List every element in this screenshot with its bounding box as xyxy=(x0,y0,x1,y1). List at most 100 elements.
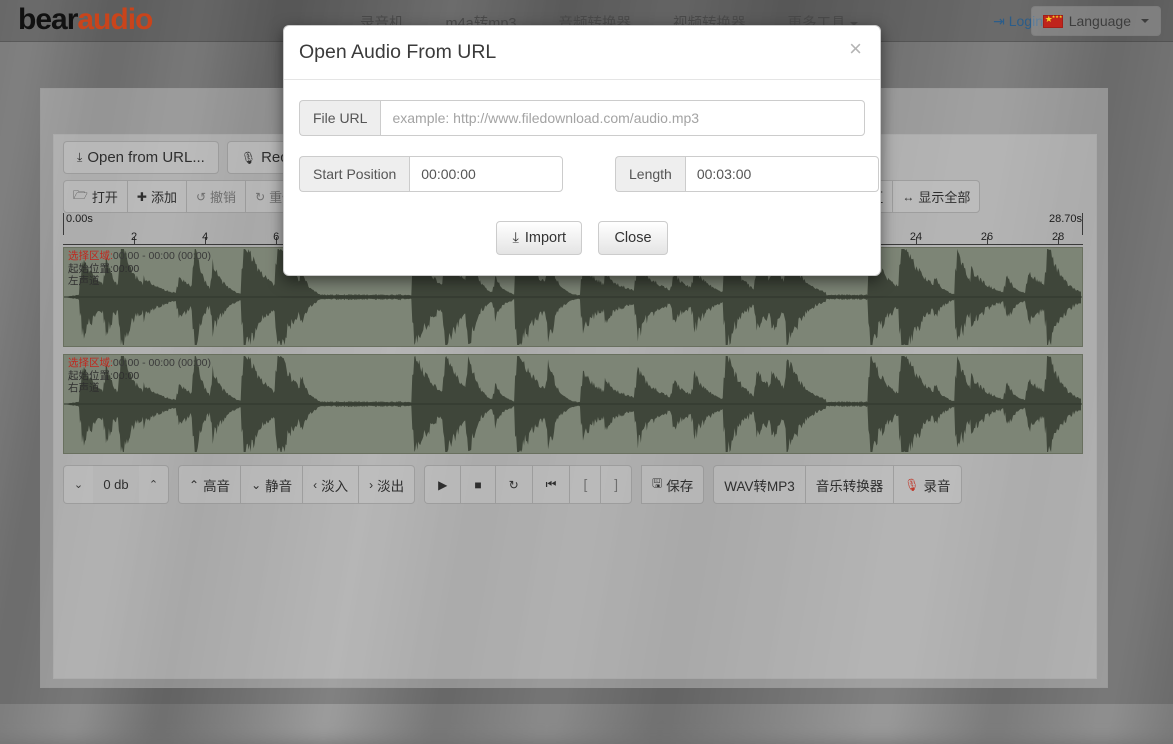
modal-close-button[interactable]: × xyxy=(846,38,865,60)
microphone-icon: 🎙 xyxy=(904,478,919,492)
skip-start-icon: ⏮ xyxy=(546,477,557,492)
toolbar-undo[interactable]: ↺撤销 xyxy=(186,180,245,213)
plus-icon: ✚ xyxy=(137,190,147,204)
chevron-down-icon[interactable]: ⌄ xyxy=(63,465,93,504)
left-start-value: 00:00 xyxy=(113,263,139,275)
playback-toolbar: ⌄ 0 db ⌃ ⌃ 高音 ⌄ 静音 ‹淡入 › 淡出 ▶ ■ ↻ ⏮ [ ] 🖫保存 xyxy=(63,465,962,504)
file-url-group: File URL xyxy=(299,100,865,136)
save-group: 🖫保存 xyxy=(641,465,704,504)
language-button[interactable]: Language xyxy=(1031,6,1161,36)
mark-out-button[interactable]: ] xyxy=(600,465,632,504)
ruler-tick-label: 2 xyxy=(131,231,137,243)
right-start-value: 00:00 xyxy=(113,370,139,382)
ruler-start-label: 0.00s xyxy=(66,213,93,225)
open-from-url-label: Open from URL... xyxy=(87,149,205,166)
save-button[interactable]: 🖫保存 xyxy=(641,465,704,504)
right-start-label: 起始位置: xyxy=(68,370,113,382)
stop-button[interactable]: ■ xyxy=(460,465,494,504)
length-label: Length xyxy=(615,156,685,192)
chevron-up-icon[interactable]: ⌃ xyxy=(139,465,169,504)
folder-open-icon: 🗁 xyxy=(73,186,88,207)
ruler-tick-label: 4 xyxy=(202,231,208,243)
link-recorder[interactable]: 🎙 录音 xyxy=(893,465,961,504)
close-label: Close xyxy=(614,230,651,246)
bracket-left-icon: [ xyxy=(583,477,587,492)
sign-in-icon: ⇥ xyxy=(993,13,1005,29)
link-music-converter-label: 音乐转换器 xyxy=(816,475,884,495)
file-url-label: File URL xyxy=(299,100,380,136)
save-label: 保存 xyxy=(666,475,693,495)
modal-close-footer-button[interactable]: Close xyxy=(598,221,667,255)
mark-in-button[interactable]: [ xyxy=(569,465,600,504)
language-label: Language xyxy=(1069,13,1131,29)
left-channel-meta: 选择区域:00:00 - 00:00 (00:00) 起始位置:00:00 左声… xyxy=(68,250,211,288)
left-selection-label: 选择区域: xyxy=(68,250,113,262)
chevron-double-up-icon: ⌃ xyxy=(189,478,199,492)
right-channel-meta: 选择区域:00:00 - 00:00 (00:00) 起始位置:00:00 右声… xyxy=(68,357,211,395)
db-value: 0 db xyxy=(93,465,139,504)
toolbar-open[interactable]: 🗁打开 xyxy=(63,180,127,213)
volume-stepper[interactable]: ⌄ 0 db ⌃ xyxy=(63,465,169,504)
link-wav-to-mp3-label: WAV转MP3 xyxy=(724,475,795,495)
ruler-tick-label: 28 xyxy=(1052,231,1064,243)
effect-fade-out[interactable]: › 淡出 xyxy=(358,465,415,504)
file-url-input[interactable] xyxy=(380,100,865,136)
logo-audio-text: audio xyxy=(77,3,152,36)
bracket-right-icon: ] xyxy=(614,477,618,492)
microphone-icon: 🎙 xyxy=(241,151,256,165)
effect-mute[interactable]: ⌄ 静音 xyxy=(240,465,302,504)
arrows-h-icon: ↔ xyxy=(902,190,914,204)
open-from-url-button[interactable]: ⤓ Open from URL... xyxy=(63,141,219,174)
left-channel-name: 左声道 xyxy=(68,275,100,287)
toolbar-undo-label: 撤销 xyxy=(210,187,236,206)
china-flag-icon xyxy=(1043,15,1063,28)
ruler-tick-label: 24 xyxy=(910,231,922,243)
effect-fade-out-label: 淡出 xyxy=(377,475,404,495)
toolbar-show-all[interactable]: ↔显示全部 xyxy=(892,180,980,213)
right-selection-label: 选择区域: xyxy=(68,357,113,369)
link-recorder-label: 录音 xyxy=(924,475,951,495)
time-fields-row: Start Position Length xyxy=(299,156,865,192)
logo-bear-text: bear xyxy=(18,3,77,36)
play-icon: ▶ xyxy=(438,478,447,492)
right-selection-value: 00:00 - 00:00 (00:00) xyxy=(113,357,211,369)
skip-start-button[interactable]: ⏮ xyxy=(532,465,570,504)
play-button[interactable]: ▶ xyxy=(424,465,460,504)
effect-fade-in[interactable]: ‹淡入 xyxy=(302,465,358,504)
start-position-group: Start Position xyxy=(299,156,563,192)
link-music-converter[interactable]: 音乐转换器 xyxy=(805,465,894,504)
waveform-right-channel[interactable]: 选择区域:00:00 - 00:00 (00:00) 起始位置:00:00 右声… xyxy=(63,354,1083,454)
left-start-label: 起始位置: xyxy=(68,263,113,275)
download-icon: ⤓ xyxy=(512,230,518,246)
loop-icon: ↻ xyxy=(509,478,519,492)
right-channel-name: 右声道 xyxy=(68,382,100,394)
link-wav-to-mp3[interactable]: WAV转MP3 xyxy=(713,465,805,504)
chevron-double-down-icon: ⌄ xyxy=(251,478,261,492)
effect-treble-label: 高音 xyxy=(203,475,230,495)
toolbar-open-label: 打开 xyxy=(92,187,118,206)
open-audio-from-url-modal: Open Audio From URL × File URL Start Pos… xyxy=(283,25,881,276)
effect-mute-label: 静音 xyxy=(265,475,292,495)
effect-treble[interactable]: ⌃ 高音 xyxy=(178,465,240,504)
external-links-group: WAV转MP3 音乐转换器 🎙 录音 xyxy=(713,465,961,504)
chevron-down-icon xyxy=(1141,19,1149,23)
left-selection-value: 00:00 - 00:00 (00:00) xyxy=(113,250,211,262)
ruler-tick-label: 26 xyxy=(981,231,993,243)
start-position-label: Start Position xyxy=(299,156,409,192)
start-position-input[interactable] xyxy=(409,156,563,192)
length-group: Length xyxy=(615,156,879,192)
toolbar-add-label: 添加 xyxy=(151,187,177,206)
length-input[interactable] xyxy=(685,156,879,192)
import-label: Import xyxy=(525,230,566,246)
waveform-right-graphic xyxy=(64,355,1082,453)
ruler-end-edge xyxy=(1082,213,1083,235)
ruler-start-edge xyxy=(63,213,64,235)
chevron-right-icon: › xyxy=(369,478,373,492)
loop-button[interactable]: ↻ xyxy=(495,465,532,504)
toolbar-add[interactable]: ✚ 添加 xyxy=(127,180,186,213)
site-logo[interactable]: bearaudio xyxy=(18,3,152,37)
import-button[interactable]: ⤓ Import xyxy=(496,221,582,255)
transport-group: ▶ ■ ↻ ⏮ [ ] xyxy=(424,465,632,504)
modal-title: Open Audio From URL xyxy=(299,41,865,64)
redo-icon: ↻ xyxy=(255,190,265,204)
